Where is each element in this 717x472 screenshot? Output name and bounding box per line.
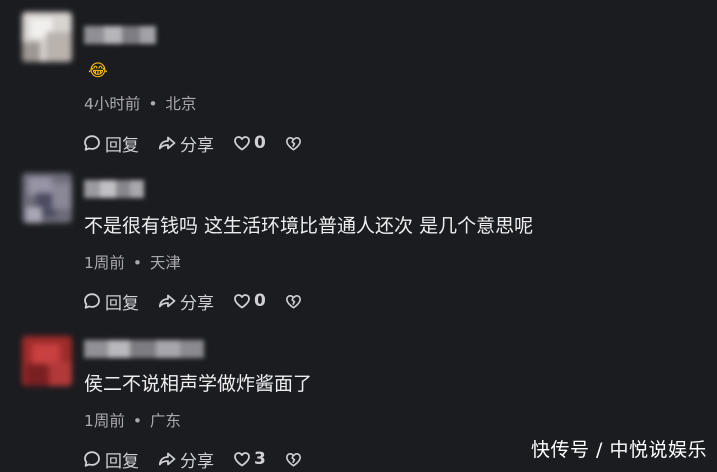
comment-location: 天津 bbox=[149, 254, 181, 272]
comment-text: 不是很有钱吗 这生活环境比普通人还次 是几个意思呢 bbox=[84, 215, 534, 237]
comment-meta: 1周前 • 广东 bbox=[84, 411, 181, 431]
watermark: 快传号 / 中悦说娱乐 bbox=[531, 439, 707, 461]
username-blurred[interactable] bbox=[84, 340, 204, 358]
like-button[interactable]: 0 bbox=[232, 133, 266, 153]
heart-icon bbox=[234, 452, 250, 467]
comment-actions: 回复 分享 0 bbox=[82, 289, 324, 314]
comment-actions: 回复 分享 3 bbox=[82, 447, 324, 472]
username-blurred[interactable] bbox=[84, 26, 156, 44]
share-arrow-icon bbox=[158, 452, 176, 466]
like-button[interactable]: 3 bbox=[232, 449, 266, 469]
reply-button[interactable]: 回复 bbox=[82, 131, 139, 156]
comment-meta: 1周前 • 天津 bbox=[84, 253, 181, 273]
share-button[interactable]: 分享 bbox=[157, 289, 214, 314]
share-arrow-icon bbox=[158, 136, 176, 150]
share-button[interactable]: 分享 bbox=[157, 131, 214, 156]
avatar[interactable] bbox=[22, 12, 72, 62]
username-blurred[interactable] bbox=[84, 180, 144, 198]
comment-location: 北京 bbox=[165, 95, 197, 113]
reply-label: 回复 bbox=[105, 293, 139, 314]
dislike-button[interactable] bbox=[284, 292, 306, 311]
comment-time: 1周前 bbox=[84, 412, 125, 430]
comment-item: 不是很有钱吗 这生活环境比普通人还次 是几个意思呢 1周前 • 天津 回复 分享… bbox=[0, 160, 717, 320]
comment-meta: 4小时前 • 北京 bbox=[84, 94, 196, 114]
like-count: 0 bbox=[254, 133, 266, 153]
heart-icon bbox=[234, 136, 250, 151]
reply-button[interactable]: 回复 bbox=[82, 289, 139, 314]
comment-bubble-icon bbox=[84, 293, 100, 309]
comment-bubble-icon bbox=[84, 135, 100, 151]
broken-heart-icon bbox=[285, 136, 301, 150]
comment-time: 1周前 bbox=[84, 254, 125, 272]
avatar[interactable] bbox=[22, 173, 72, 223]
meta-separator: • bbox=[132, 412, 142, 430]
emoji-laugh-icon: 😂 bbox=[88, 61, 108, 81]
like-button[interactable]: 0 bbox=[232, 291, 266, 311]
heart-icon bbox=[234, 294, 250, 309]
meta-separator: • bbox=[148, 95, 158, 113]
comment-text: 侯二不说相声学做炸酱面了 bbox=[84, 373, 313, 395]
meta-separator: • bbox=[132, 254, 142, 272]
share-label: 分享 bbox=[180, 293, 214, 314]
comment-bubble-icon bbox=[84, 451, 100, 467]
comment-actions: 回复 分享 0 bbox=[82, 131, 324, 156]
share-arrow-icon bbox=[158, 294, 176, 308]
broken-heart-icon bbox=[285, 294, 301, 308]
comment-location: 广东 bbox=[149, 412, 181, 430]
like-count: 3 bbox=[254, 449, 266, 469]
avatar[interactable] bbox=[22, 336, 72, 386]
dislike-button[interactable] bbox=[284, 134, 306, 153]
comment-item: 😂 4小时前 • 北京 回复 分享 0 bbox=[0, 0, 717, 160]
broken-heart-icon bbox=[285, 452, 301, 466]
share-label: 分享 bbox=[180, 135, 214, 156]
comment-time: 4小时前 bbox=[84, 95, 141, 113]
reply-label: 回复 bbox=[105, 135, 139, 156]
like-count: 0 bbox=[254, 291, 266, 311]
dislike-button[interactable] bbox=[284, 450, 306, 469]
